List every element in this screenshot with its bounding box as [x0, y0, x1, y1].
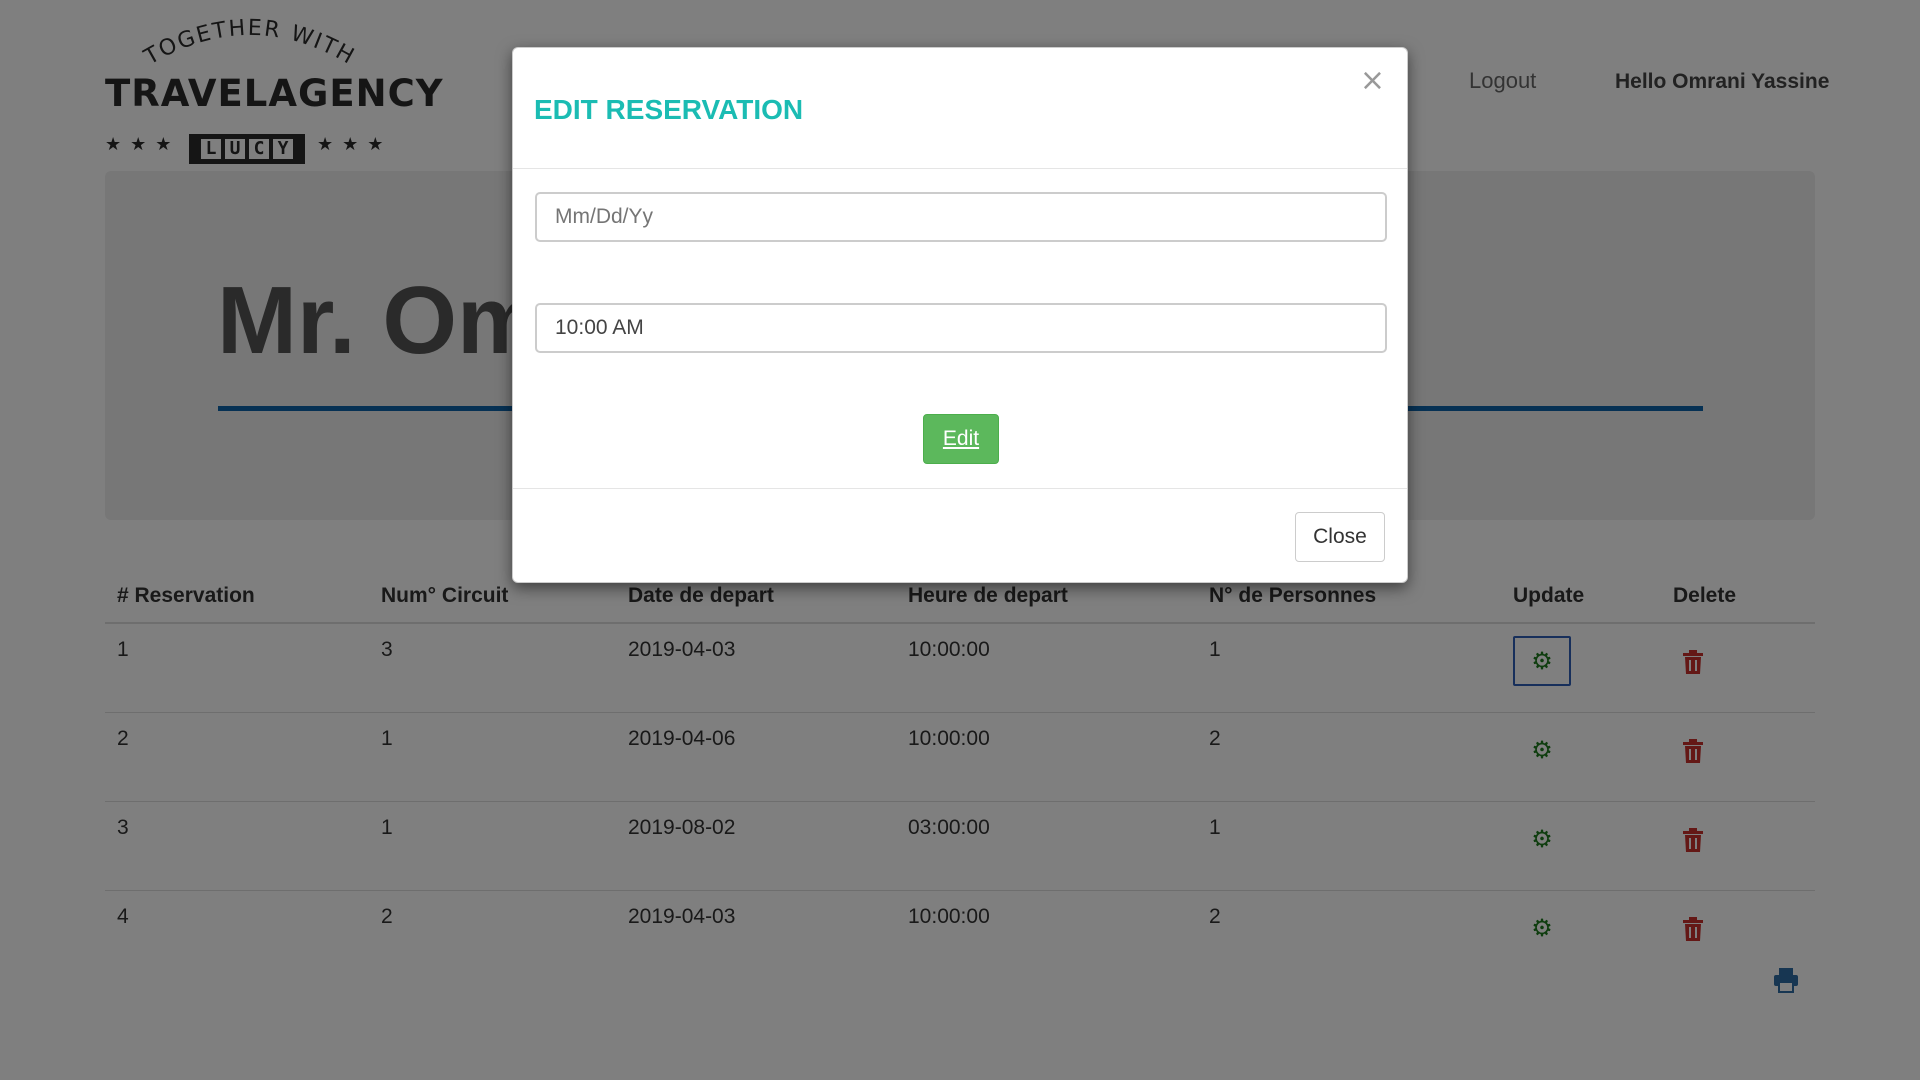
close-icon[interactable]: ×: [1360, 66, 1385, 96]
modal-header: EDIT RESERVATION ×: [513, 48, 1407, 169]
edit-button[interactable]: Edit: [923, 414, 999, 464]
modal-title: EDIT RESERVATION: [534, 94, 804, 125]
departure-time-input[interactable]: [535, 303, 1387, 353]
edit-reservation-modal: EDIT RESERVATION × Edit Close: [512, 47, 1408, 583]
modal-footer-divider: [513, 488, 1407, 489]
departure-date-input[interactable]: [535, 192, 1387, 242]
close-button[interactable]: Close: [1295, 512, 1385, 562]
